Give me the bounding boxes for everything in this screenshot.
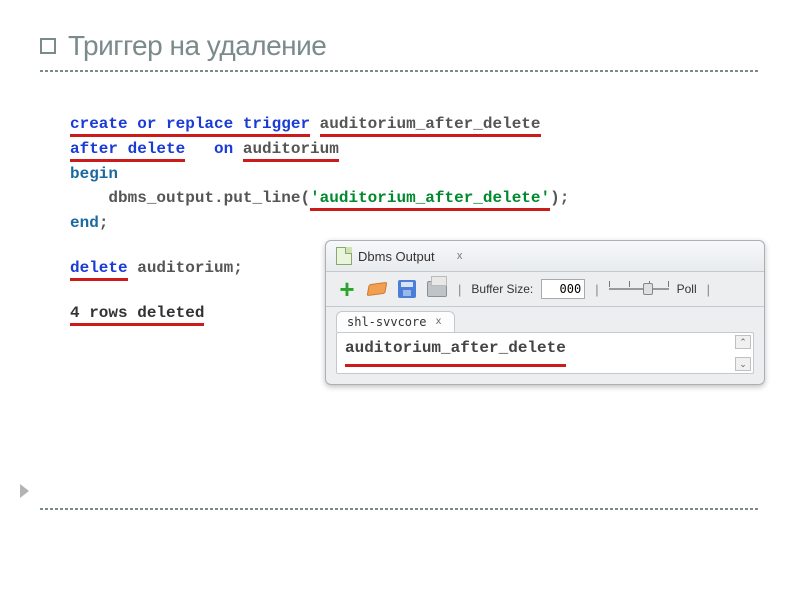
dbms-output-panel: Dbms Output x + | Buffer Size: | Poll | … [325, 240, 765, 385]
output-text: auditorium_after_delete [345, 339, 566, 367]
panel-tabbar: shl-svvcore x [326, 307, 764, 332]
scroll-up-icon[interactable]: ⌃ [735, 335, 751, 349]
tab-label: shl-svvcore [347, 315, 426, 329]
code-line-2: after delete on auditorium [70, 137, 760, 162]
tab-close-button[interactable]: x [432, 316, 444, 328]
code-line-4: dbms_output.put_line('auditorium_after_d… [70, 186, 760, 211]
print-button[interactable] [426, 278, 448, 300]
string-literal: 'auditorium_after_delete' [310, 189, 550, 211]
identifier: auditorium_after_delete [320, 115, 541, 137]
footer-arrow-icon [20, 484, 34, 498]
identifier: dbms_output.put_line [108, 189, 300, 207]
result-text: 4 rows deleted [70, 304, 204, 326]
connection-tab[interactable]: shl-svvcore x [336, 311, 455, 332]
add-button[interactable]: + [336, 278, 358, 300]
paren: ); [550, 189, 569, 207]
separator: | [593, 282, 600, 297]
vertical-scrollbar[interactable]: ⌃ ⌄ [735, 335, 751, 371]
title-underline [40, 70, 760, 72]
keyword: create or replace trigger [70, 115, 310, 137]
erase-button[interactable] [366, 278, 388, 300]
code-line-1: create or replace trigger auditorium_aft… [70, 112, 760, 137]
title-marker-icon [40, 38, 56, 54]
poll-label: Poll [677, 282, 697, 296]
separator: | [705, 282, 712, 297]
separator: | [456, 282, 463, 297]
panel-toolbar: + | Buffer Size: | Poll | [326, 272, 764, 307]
semicolon: ; [99, 214, 109, 232]
identifier: auditorium [243, 140, 339, 162]
keyword: begin [70, 165, 118, 183]
keyword: on [214, 140, 233, 158]
slide-title-row: Триггер на удаление [40, 30, 760, 62]
slide-title: Триггер на удаление [68, 30, 326, 62]
page-icon [336, 247, 352, 265]
panel-titlebar: Dbms Output x [326, 241, 764, 272]
panel-title: Dbms Output [358, 249, 435, 264]
identifier: auditorium; [137, 259, 243, 277]
poll-slider[interactable] [609, 281, 669, 297]
keyword: after delete [70, 140, 185, 162]
save-button[interactable] [396, 278, 418, 300]
keyword: delete [70, 259, 128, 281]
paren: ( [300, 189, 310, 207]
output-area: auditorium_after_delete ⌃ ⌄ [336, 332, 754, 374]
buffer-size-input[interactable] [541, 279, 585, 299]
panel-close-button[interactable]: x [453, 249, 467, 263]
code-line-3: begin [70, 162, 760, 187]
buffer-size-label: Buffer Size: [471, 282, 533, 296]
code-line-5: end; [70, 211, 760, 236]
keyword: end [70, 214, 99, 232]
footer-rule [40, 508, 760, 510]
scroll-down-icon[interactable]: ⌄ [735, 357, 751, 371]
